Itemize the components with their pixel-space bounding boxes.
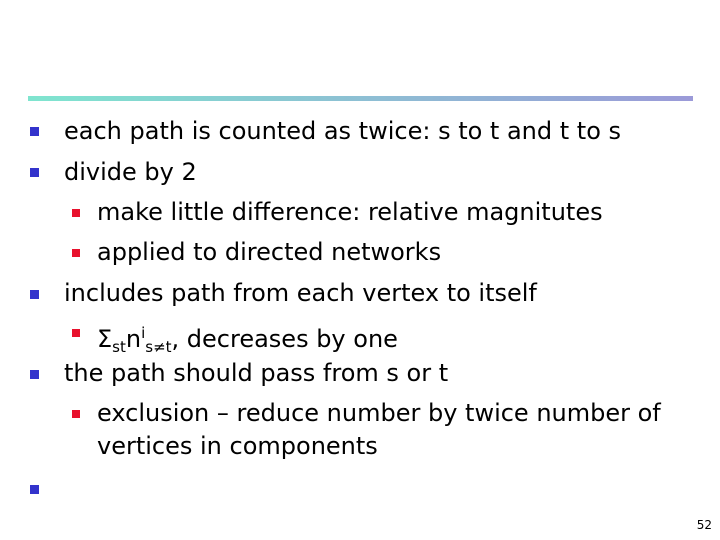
bullet-item: the path should pass from s or t <box>64 359 449 387</box>
page-number: 52 <box>696 518 712 532</box>
bullet-marker-icon <box>30 290 39 299</box>
sub-bullet-marker-icon <box>72 249 80 257</box>
sub-bullet-marker-icon <box>72 209 80 217</box>
sub-bullet-item: applied to directed networks <box>97 238 442 266</box>
bullet-item: divide by 2 <box>64 158 197 186</box>
bullet-marker-icon <box>30 127 39 136</box>
sub-bullet-item: exclusion – reduce number by twice numbe… <box>97 399 661 427</box>
bullet-marker-icon <box>30 485 39 494</box>
sigma-subscript: st <box>112 338 126 356</box>
n-variable: n <box>125 325 142 353</box>
sub-bullet-marker-icon <box>72 410 80 418</box>
sub-bullet-item: make little difference: relative magnitu… <box>97 198 603 226</box>
sigma-symbol: Σ <box>97 325 113 353</box>
title-divider-rule <box>28 96 693 101</box>
bullet-item: each path is counted as twice: s to t an… <box>64 117 622 145</box>
sub-bullet-continuation: vertices in components <box>97 432 378 460</box>
sub-bullet-marker-icon <box>72 329 80 337</box>
sub-bullet-formula: Σstnis≠t, decreases by one <box>97 319 398 361</box>
formula-rest: , decreases by one <box>171 325 398 353</box>
bullet-item: includes path from each vertex to itself <box>64 279 537 307</box>
bullet-marker-icon <box>30 370 39 379</box>
bullet-marker-icon <box>30 168 39 177</box>
n-subscript: s≠t <box>145 338 172 356</box>
